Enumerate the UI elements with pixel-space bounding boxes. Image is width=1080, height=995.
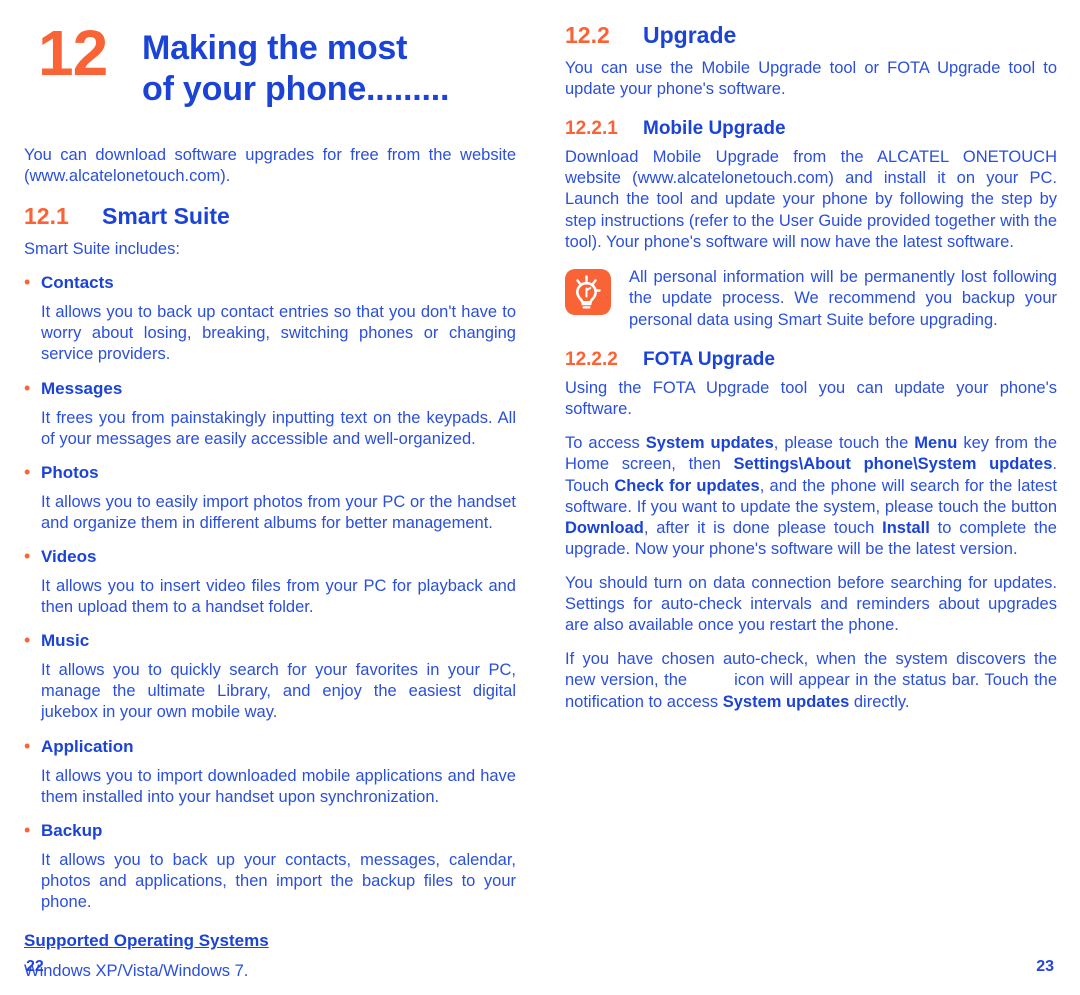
mobile-upgrade-paragraph: Download Mobile Upgrade from the ALCATEL… [565, 148, 1057, 251]
heading-upgrade-text: Upgrade [643, 22, 737, 48]
bullet-dot-icon: • [24, 630, 31, 651]
fota-p2-t2: , please touch the [773, 434, 915, 453]
heading-mobile-upgrade-number: 12.2.1 [565, 118, 618, 140]
bullet-body: It frees you from painstakingly inputtin… [41, 408, 516, 448]
list-item: • Contacts It allows you to back up cont… [24, 273, 516, 365]
heading-upgrade: 12.2 Upgrade [565, 22, 1057, 49]
list-item: • Music It allows you to quickly search … [24, 631, 516, 723]
heading-fota-upgrade: 12.2.2 FOTA Upgrade [565, 349, 1057, 371]
heading-smart-suite: 12.1 Smart Suite [24, 203, 516, 230]
heading-mobile-upgrade: 12.2.1 Mobile Upgrade [565, 118, 1057, 140]
bullet-label: Messages [41, 378, 123, 398]
bullet-dot-icon: • [24, 272, 31, 293]
fota-p2-b1: System updates [645, 434, 774, 453]
list-item: • Backup It allows you to back up your c… [24, 821, 516, 913]
fota-p4-b1: System updates [722, 692, 850, 711]
document-page: 12 Making the most of your phone........… [0, 0, 1080, 990]
bullet-heading: • Photos [24, 463, 516, 483]
heading-upgrade-number: 12.2 [565, 22, 610, 48]
bullet-body: It allows you to back up your contacts, … [41, 850, 516, 912]
bullet-heading: • Messages [24, 379, 516, 399]
chapter-intro-paragraph: You can download software upgrades for f… [24, 145, 516, 186]
chapter-number: 12 [38, 17, 108, 89]
bullet-dot-icon: • [24, 735, 31, 756]
bullet-label: Application [41, 736, 134, 756]
bullet-body: It allows you to quickly search for your… [41, 661, 516, 722]
left-page-column: 12 Making the most of your phone........… [24, 0, 516, 995]
bullet-body: It allows you to insert video files from… [41, 577, 516, 617]
supported-os-heading: Supported Operating Systems [24, 931, 269, 951]
page-number-right: 23 [1036, 958, 1054, 975]
fota-paragraph-3: You should turn on data connection befor… [565, 573, 1057, 635]
heading-smart-suite-number: 12.1 [24, 203, 69, 230]
list-item: • Videos It allows you to insert video f… [24, 547, 516, 618]
fota-p2-b3: Settings\About phone\System updates [733, 455, 1053, 474]
fota-p2-b5: Download [565, 518, 644, 537]
bullet-dot-icon: • [24, 819, 31, 840]
bullet-heading: • Application [24, 737, 516, 757]
fota-paragraph-4: If you have chosen auto-check, when the … [565, 649, 1057, 712]
bullet-dot-icon: • [24, 546, 31, 567]
bullet-heading: • Backup [24, 821, 516, 841]
upgrade-intro-paragraph: You can use the Mobile Upgrade tool or F… [565, 59, 1057, 99]
right-page-column: 12.2 Upgrade You can use the Mobile Upgr… [565, 0, 1057, 726]
bullet-label: Videos [41, 547, 97, 567]
bullet-label: Contacts [41, 273, 114, 293]
heading-fota-upgrade-number: 12.2.2 [565, 349, 618, 371]
fota-paragraph-2: To access System updates, please touch t… [565, 433, 1057, 560]
tip-note-box: All personal information will be permane… [565, 267, 1057, 331]
list-item: • Messages It frees you from painstaking… [24, 379, 516, 450]
heading-mobile-upgrade-text: Mobile Upgrade [643, 118, 786, 140]
lightbulb-tip-icon [565, 268, 611, 315]
bullet-dot-icon: • [24, 461, 31, 482]
bullet-dot-icon: • [24, 377, 31, 398]
heading-fota-upgrade-text: FOTA Upgrade [643, 349, 775, 371]
bullet-heading: • Videos [24, 547, 516, 567]
fota-p2-t1: To access [565, 434, 646, 453]
tip-note-text: All personal information will be permane… [629, 267, 1057, 329]
page-number-left: 22 [26, 958, 44, 975]
bullet-heading: • Music [24, 631, 516, 651]
fota-p2-b4: Check for updates [614, 476, 760, 495]
chapter-title-line-2: of your phone......... [142, 70, 450, 109]
bullet-heading: • Contacts [24, 273, 516, 293]
bullet-body: It allows you to easily import photos fr… [41, 492, 516, 532]
list-item: • Application It allows you to import do… [24, 737, 516, 808]
bullet-body: It allows you to back up contact entries… [41, 303, 516, 364]
bullet-body: It allows you to import downloaded mobil… [41, 766, 516, 806]
heading-smart-suite-text: Smart Suite [102, 203, 230, 230]
chapter-masthead: 12 Making the most of your phone........… [24, 17, 516, 111]
chapter-title-line-1: Making the most [142, 29, 408, 67]
bullet-label: Photos [41, 462, 99, 482]
fota-paragraph-1: Using the FOTA Upgrade tool you can upda… [565, 379, 1057, 419]
fota-p2-b2: Menu [914, 434, 958, 453]
fota-p2-t6: , after it is done please touch [643, 518, 883, 537]
bullet-label: Music [41, 631, 90, 651]
smart-suite-lead: Smart Suite includes: [24, 240, 180, 259]
list-item: • Photos It allows you to easily import … [24, 463, 516, 534]
fota-p4-t3: directly. [849, 692, 910, 711]
bullet-label: Backup [41, 820, 103, 840]
chapter-title: Making the most of your phone......... [142, 22, 449, 111]
fota-p2-b6: Install [882, 518, 930, 537]
supported-os-value: Windows XP/Vista/Windows 7. [24, 962, 249, 981]
